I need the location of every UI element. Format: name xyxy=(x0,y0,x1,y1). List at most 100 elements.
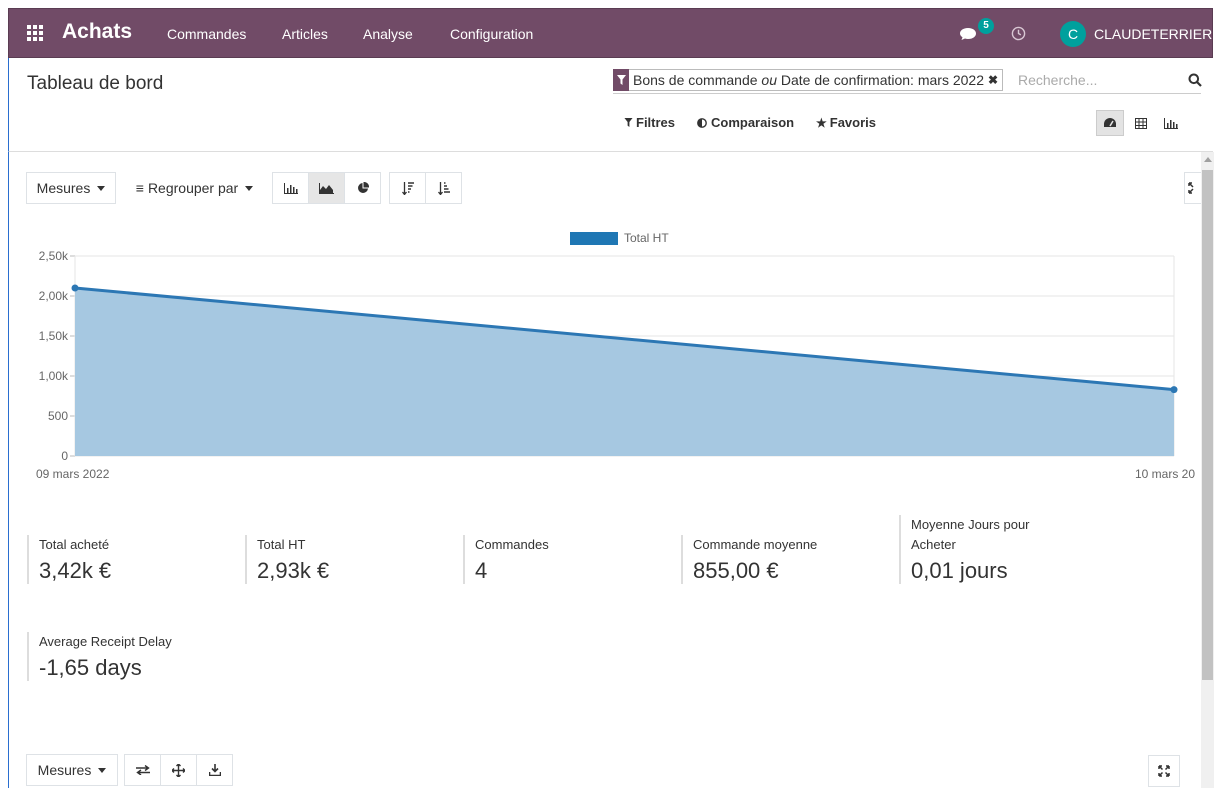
favorites-dropdown[interactable]: ★ Favoris xyxy=(816,115,876,130)
y-tick-label: 2,00k xyxy=(39,289,69,303)
y-tick-label: 1,00k xyxy=(39,369,69,383)
kpi-label: Moyenne Jours pour Acheter xyxy=(911,517,1030,552)
search-icon[interactable] xyxy=(1188,73,1202,87)
caret-down-icon xyxy=(98,767,107,773)
comparison-icon xyxy=(697,117,707,128)
dashboard-main: Mesures ≡ Regrouper par 0 500 1,00k 1,50… xyxy=(8,152,1214,788)
comparison-label: Comparaison xyxy=(711,115,795,130)
data-point[interactable] xyxy=(71,284,79,292)
line-chart-button[interactable] xyxy=(308,172,345,204)
menu-commandes[interactable]: Commandes xyxy=(167,26,246,42)
kpi-value: 4 xyxy=(475,558,488,583)
expand-icon xyxy=(1158,765,1170,777)
filter-icon xyxy=(624,118,633,127)
pivot-measures-dropdown[interactable]: Mesures xyxy=(26,754,118,786)
pie-chart-button[interactable] xyxy=(344,172,381,204)
arrows-icon xyxy=(172,763,185,777)
search-input[interactable] xyxy=(1018,70,1178,90)
group-by-label: Regrouper par xyxy=(147,180,239,196)
group-by-dropdown[interactable]: ≡ Regrouper par xyxy=(127,172,262,204)
sort-descending-button[interactable] xyxy=(389,172,426,204)
user-avatar[interactable]: C xyxy=(1060,21,1086,47)
kpi-value: 0,01 jours xyxy=(911,558,1008,583)
scroll-up-arrow-icon[interactable] xyxy=(1204,157,1212,162)
y-tick-label: 500 xyxy=(48,409,68,423)
bar-chart-button[interactable] xyxy=(272,172,309,204)
expand-icon xyxy=(1188,182,1194,194)
measures-dropdown[interactable]: Mesures xyxy=(26,172,116,204)
expand-pivot-button[interactable] xyxy=(1148,755,1180,787)
caret-down-icon xyxy=(245,185,254,191)
kpi-value: 855,00 € xyxy=(693,558,779,583)
filters-dropdown[interactable]: Filtres xyxy=(624,115,675,130)
bar-chart-icon xyxy=(283,182,298,194)
kpi-moyenne-jours[interactable]: Moyenne Jours pour Acheter 0,01 jours xyxy=(899,515,1059,584)
kpi-average-receipt-delay[interactable]: Average Receipt Delay -1,65 days xyxy=(27,632,172,681)
messages-count-badge: 5 xyxy=(978,18,994,34)
flip-axis-button[interactable] xyxy=(124,754,161,786)
kpi-commande-moyenne[interactable]: Commande moyenne 855,00 € xyxy=(681,535,817,584)
kpi-commandes[interactable]: Commandes 4 xyxy=(463,535,549,584)
search-bar: Bons de commande ou Date de confirmation… xyxy=(613,68,1202,94)
favorites-label: Favoris xyxy=(829,115,877,130)
menu-articles[interactable]: Articles xyxy=(282,26,328,42)
pivot-icon xyxy=(1135,117,1147,129)
facet-label: Bons de commande ou Date de confirmation… xyxy=(633,72,984,88)
kpi-label: Commandes xyxy=(475,537,549,552)
area-chart-icon xyxy=(319,182,334,194)
menu-configuration[interactable]: Configuration xyxy=(450,26,533,42)
kpi-value: 2,93k € xyxy=(257,558,330,583)
y-tick-label: 1,50k xyxy=(39,329,69,343)
sort-descending-icon xyxy=(401,181,414,195)
kpi-value: -1,65 days xyxy=(39,655,142,680)
y-tick-label: 2,50k xyxy=(39,249,69,263)
x-tick-label: 09 mars 2022 xyxy=(36,467,110,481)
area-chart: 0 500 1,00k 1,50k 2,00k 2,50k Total HT 09 mar… xyxy=(36,231,1195,481)
user-name[interactable]: CLAUDETERRIER xyxy=(1094,26,1212,42)
scrollbar-thumb[interactable] xyxy=(1202,170,1213,680)
kpi-label: Commande moyenne xyxy=(693,537,818,552)
vertical-scrollbar[interactable] xyxy=(1201,152,1214,788)
measures-label: Mesures xyxy=(37,762,92,778)
facet-remove-icon[interactable]: ✖ xyxy=(988,73,1002,87)
exchange-icon xyxy=(135,765,150,775)
control-panel: Tableau de bord Bons de commande ou Date… xyxy=(8,58,1213,152)
apps-menu-icon[interactable] xyxy=(27,25,43,41)
dashboard-icon xyxy=(1104,118,1116,127)
download-button[interactable] xyxy=(196,754,233,786)
sort-ascending-button[interactable] xyxy=(425,172,462,204)
messages-icon[interactable] xyxy=(959,27,977,41)
download-icon xyxy=(208,764,221,776)
search-facet: Bons de commande ou Date de confirmation… xyxy=(613,69,1004,91)
measures-label: Mesures xyxy=(36,180,91,196)
star-icon: ★ xyxy=(816,115,827,130)
kpi-value: 3,42k € xyxy=(39,558,112,583)
legend-label: Total HT xyxy=(624,231,669,245)
top-navbar: Achats Commandes Articles Analyse Config… xyxy=(8,8,1213,58)
kpi-label: Total acheté xyxy=(39,537,110,552)
pivot-view-button[interactable] xyxy=(1127,110,1155,136)
app-title[interactable]: Achats xyxy=(62,20,132,44)
kpi-label: Total HT xyxy=(257,537,306,552)
expand-all-button[interactable] xyxy=(160,754,197,786)
graph-view-button[interactable] xyxy=(1157,110,1185,136)
pivot-actions-group xyxy=(124,754,233,786)
menu-analyse[interactable]: Analyse xyxy=(363,26,413,42)
sort-ascending-icon xyxy=(437,181,450,195)
kpi-total-ht[interactable]: Total HT 2,93k € xyxy=(245,535,329,584)
x-tick-label: 10 mars 20 xyxy=(1135,467,1195,481)
page-title: Tableau de bord xyxy=(27,73,164,94)
kpi-total-achete[interactable]: Total acheté 3,42k € xyxy=(27,535,111,584)
chart-type-group xyxy=(272,172,381,204)
activity-clock-icon[interactable] xyxy=(1011,26,1026,41)
legend-swatch xyxy=(570,232,618,245)
filter-facet-icon xyxy=(613,69,629,91)
dashboard-view-button[interactable] xyxy=(1096,110,1124,136)
kpi-label: Average Receipt Delay xyxy=(39,634,172,649)
comparison-dropdown[interactable]: Comparaison xyxy=(697,115,794,130)
data-point[interactable] xyxy=(1170,386,1178,394)
expand-graph-button[interactable] xyxy=(1184,172,1201,204)
filters-label: Filtres xyxy=(636,115,676,130)
graph-icon xyxy=(1164,117,1178,129)
chart-area-fill xyxy=(75,288,1174,456)
